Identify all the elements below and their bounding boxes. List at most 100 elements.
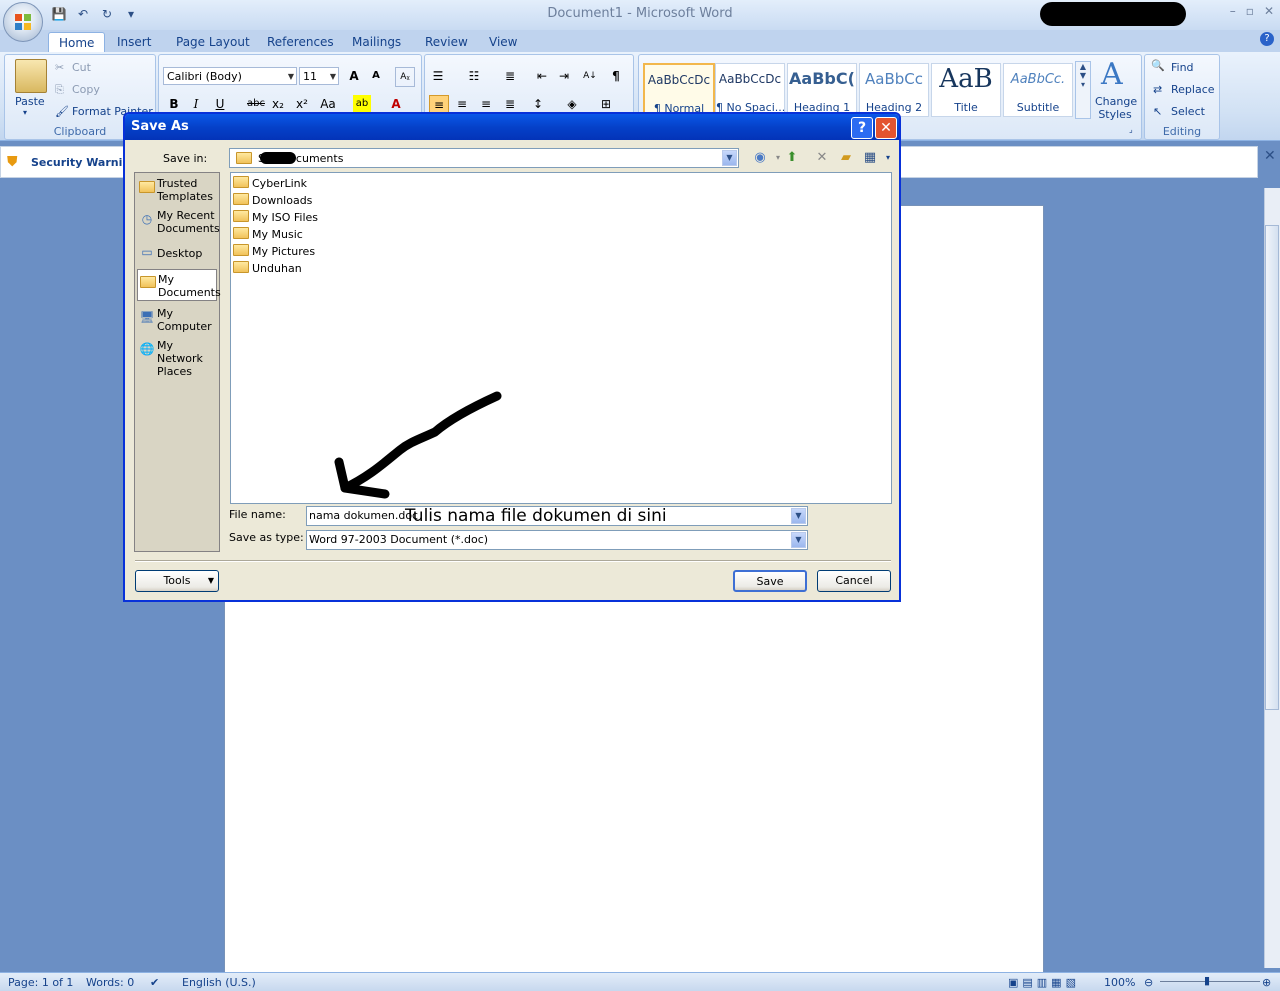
tab-mailings[interactable]: Mailings — [342, 32, 411, 52]
back-icon[interactable]: ◉ — [751, 150, 769, 166]
dialog-close-button[interactable]: ✕ — [875, 117, 897, 139]
place-desktop[interactable]: ▭ Desktop — [137, 245, 217, 263]
strikethrough-button[interactable]: abc — [245, 95, 267, 113]
numbering-icon[interactable]: ☷ — [465, 67, 483, 85]
paste-button[interactable]: Paste — [15, 95, 45, 108]
chevron-down-icon[interactable]: ▼ — [791, 532, 806, 548]
tab-review[interactable]: Review — [415, 32, 478, 52]
list-item[interactable]: My Music — [233, 226, 303, 243]
close-window-button[interactable]: ✕ — [1264, 4, 1274, 18]
place-my-documents[interactable]: My Documents — [137, 269, 221, 301]
subscript-button[interactable]: x₂ — [269, 95, 287, 113]
dialog-help-button[interactable]: ? — [851, 117, 873, 139]
copy-icon[interactable]: ⎘ — [55, 83, 64, 97]
find-button[interactable]: Find — [1171, 61, 1194, 74]
multilevel-list-icon[interactable]: ≣ — [501, 67, 519, 85]
style-no-spacing[interactable]: AaBbCcDc ¶ No Spaci... — [715, 63, 785, 117]
shading-icon[interactable]: ◈ — [563, 95, 581, 113]
style-heading-1[interactable]: AaBbC( Heading 1 — [787, 63, 857, 117]
increase-indent-icon[interactable]: ⇥ — [555, 67, 573, 85]
select-button[interactable]: Select — [1171, 105, 1205, 118]
decrease-indent-icon[interactable]: ⇤ — [533, 67, 551, 85]
zoom-out-icon[interactable]: ⊖ — [1144, 976, 1153, 989]
paste-dropdown-icon[interactable]: ▾ — [23, 108, 27, 117]
style-title[interactable]: AaB Title — [931, 63, 1001, 117]
copy-button[interactable]: Copy — [72, 83, 100, 96]
line-spacing-icon[interactable]: ↕ — [529, 95, 547, 113]
place-my-network-places[interactable]: 🌐 My Network Places — [137, 339, 217, 378]
help-icon[interactable]: ? — [1260, 32, 1274, 46]
tab-references[interactable]: References — [257, 32, 344, 52]
close-icon[interactable]: ✕ — [1264, 148, 1276, 164]
views-dropdown-icon[interactable]: ▾ — [879, 150, 897, 166]
style-subtitle[interactable]: AaBbCc. Subtitle — [1003, 63, 1073, 117]
italic-button[interactable]: I — [187, 95, 205, 113]
views-icon[interactable]: ▦ — [861, 150, 879, 166]
grow-font-icon[interactable]: A — [345, 67, 363, 85]
view-buttons[interactable]: ▣▤▥▦▧ — [1008, 976, 1080, 989]
zoom-level[interactable]: 100% — [1104, 976, 1135, 989]
zoom-in-icon[interactable]: ⊕ — [1262, 976, 1271, 989]
find-icon[interactable]: 🔍 — [1151, 59, 1165, 72]
bold-button[interactable]: B — [165, 95, 183, 113]
align-center-icon[interactable]: ≡ — [453, 95, 471, 113]
up-folder-icon[interactable]: ⬆ — [783, 150, 801, 166]
list-item[interactable]: Downloads — [233, 192, 312, 209]
language-indicator[interactable]: English (U.S.) — [182, 976, 256, 989]
place-my-computer[interactable]: 🖥 My Computer — [137, 307, 217, 335]
superscript-button[interactable]: x² — [293, 95, 311, 113]
tab-home[interactable]: Home — [48, 32, 106, 53]
save-as-type-select[interactable]: Word 97-2003 Document (*.doc) ▼ — [306, 530, 808, 550]
save-button[interactable]: Save — [733, 570, 807, 592]
font-size-combo[interactable]: 11 ▼ — [299, 67, 339, 85]
list-item[interactable]: My ISO Files — [233, 209, 318, 226]
highlight-icon[interactable]: ab — [353, 95, 371, 113]
tools-button[interactable]: Tools ▼ — [135, 570, 219, 592]
list-item[interactable]: Unduhan — [233, 260, 302, 277]
format-painter-icon[interactable]: 🖌 — [55, 105, 69, 118]
font-name-combo[interactable]: Calibri (Body) ▼ — [163, 67, 297, 85]
tab-insert[interactable]: Insert — [107, 32, 161, 52]
styles-gallery-scroll[interactable]: ▲ ▼ ▾ — [1075, 61, 1091, 119]
cut-button[interactable]: Cut — [72, 61, 91, 74]
place-my-recent-documents[interactable]: ◷ My Recent Documents — [137, 209, 220, 237]
sort-icon[interactable]: A↓ — [581, 67, 599, 85]
minimize-button[interactable]: – — [1230, 4, 1236, 18]
change-styles-button[interactable]: Change Styles — [1095, 95, 1137, 121]
show-marks-icon[interactable]: ¶ — [607, 67, 625, 85]
change-case-button[interactable]: Aa — [317, 95, 339, 113]
cancel-button[interactable]: Cancel — [817, 570, 891, 592]
paste-icon[interactable] — [15, 59, 47, 93]
clear-formatting-icon[interactable]: Aᵪ — [395, 67, 415, 87]
style-normal[interactable]: AaBbCcDc ¶ Normal — [643, 63, 715, 119]
replace-icon[interactable]: ⇄ — [1153, 83, 1162, 96]
zoom-slider-thumb[interactable]: ▮ — [1204, 974, 1210, 987]
chevron-down-icon[interactable]: ▼ — [722, 150, 737, 166]
shrink-font-icon[interactable]: A — [367, 67, 385, 85]
change-styles-icon[interactable]: A — [1101, 57, 1123, 92]
delete-icon[interactable]: ✕ — [813, 150, 831, 166]
tab-page-layout[interactable]: Page Layout — [166, 32, 260, 52]
office-button[interactable] — [3, 2, 43, 42]
proofing-icon[interactable]: ✔ — [150, 976, 159, 989]
select-icon[interactable]: ↖ — [1153, 105, 1162, 118]
align-right-icon[interactable]: ≡ — [477, 95, 495, 113]
word-count[interactable]: Words: 0 — [86, 976, 134, 989]
bullets-icon[interactable]: ☰ — [429, 67, 447, 85]
style-heading-2[interactable]: AaBbCc Heading 2 — [859, 63, 929, 117]
cut-icon[interactable]: ✂ — [55, 61, 64, 74]
save-in-combo[interactable]: S 's Documents ▼ — [229, 148, 739, 168]
list-item[interactable]: My Pictures — [233, 243, 315, 260]
restore-button[interactable]: ▫ — [1246, 4, 1254, 18]
tab-view[interactable]: View — [479, 32, 527, 52]
underline-button[interactable]: U — [211, 95, 229, 113]
place-trusted-templates[interactable]: Trusted Templates — [137, 177, 217, 205]
borders-icon[interactable]: ⊞ — [597, 95, 615, 113]
new-folder-icon[interactable]: ▰ — [837, 150, 855, 166]
scrollbar-thumb[interactable] — [1265, 225, 1279, 710]
page-count[interactable]: Page: 1 of 1 — [8, 976, 73, 989]
chevron-down-icon[interactable]: ▼ — [791, 508, 806, 524]
replace-button[interactable]: Replace — [1171, 83, 1215, 96]
dialog-launcher-icon[interactable]: ⌟ — [1129, 125, 1133, 134]
list-item[interactable]: CyberLink — [233, 175, 307, 192]
